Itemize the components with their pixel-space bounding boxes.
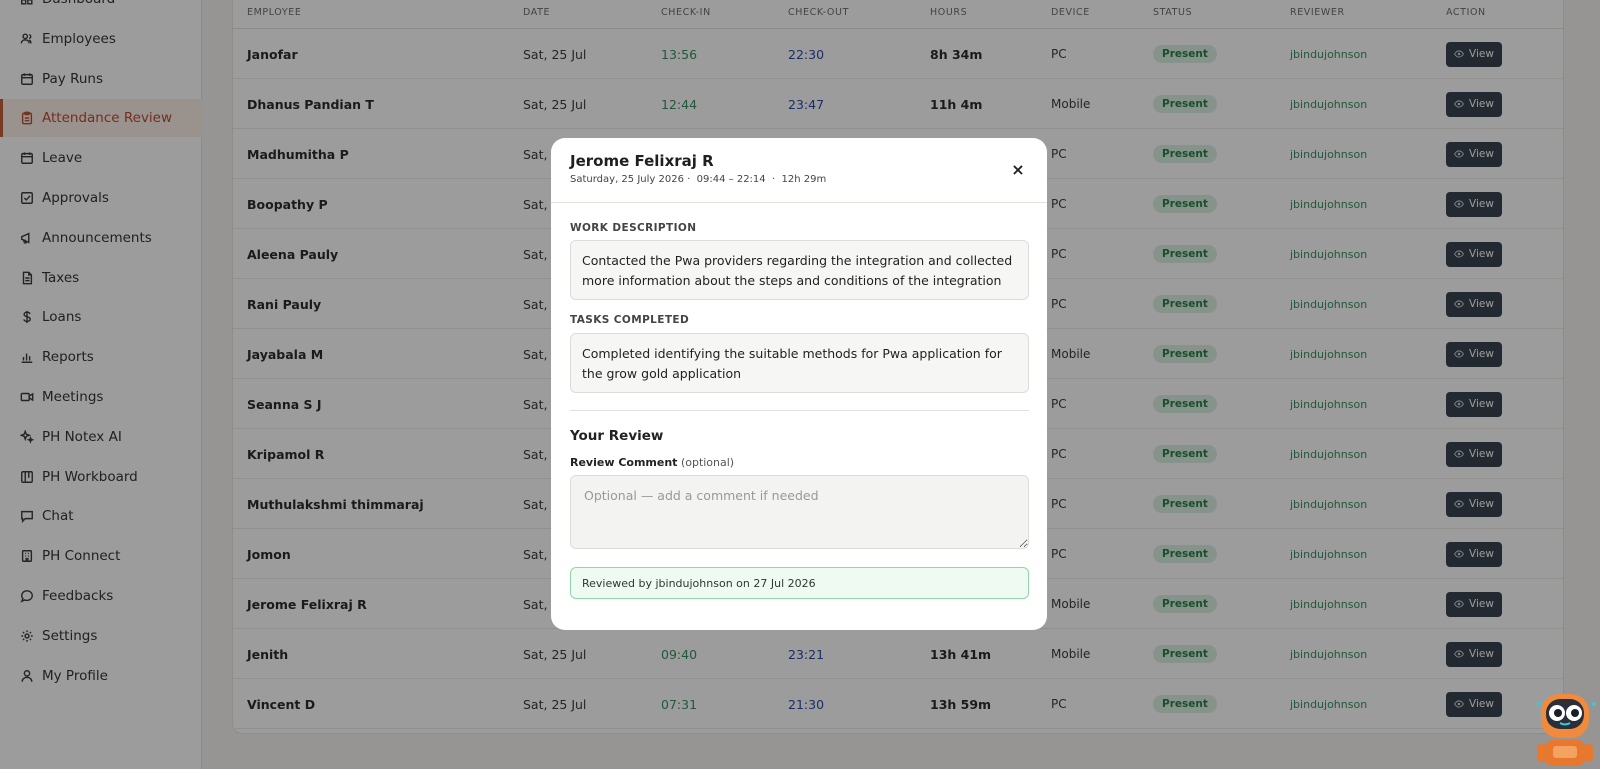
reviewed-status-banner: Reviewed by jbindujohnson on 27 Jul 2026 (570, 567, 1029, 599)
assistant-bot-button[interactable] (1533, 690, 1597, 769)
robot-mascot-icon (1537, 694, 1596, 766)
modal-header: Jerome Felixraj R Saturday, 25 July 2026… (551, 138, 1047, 203)
divider (570, 410, 1029, 411)
work-description-label: WORK DESCRIPTION (570, 222, 697, 234)
review-section-title: Your Review (570, 428, 664, 444)
review-comment-label-text: Review Comment (570, 456, 678, 469)
optional-hint: (optional) (680, 456, 735, 469)
tasks-completed-text: Completed identifying the suitable metho… (570, 333, 1029, 393)
modal-title: Jerome Felixraj R (570, 152, 714, 170)
reviewed-status-text: Reviewed by jbindujohnson on 27 Jul 2026 (582, 576, 816, 590)
review-comment-label: Review Comment (optional) (570, 456, 734, 469)
review-comment-input[interactable] (570, 475, 1029, 549)
close-button[interactable]: × (1007, 158, 1029, 180)
tasks-completed-label: TASKS COMPLETED (570, 314, 690, 326)
close-icon: × (1011, 159, 1025, 179)
modal-subtitle: Saturday, 25 July 2026 · 09:44 – 22:14 ·… (570, 174, 827, 185)
attendance-detail-modal: Jerome Felixraj R Saturday, 25 July 2026… (551, 138, 1047, 630)
work-description-text: Contacted the Pwa providers regarding th… (570, 240, 1029, 300)
